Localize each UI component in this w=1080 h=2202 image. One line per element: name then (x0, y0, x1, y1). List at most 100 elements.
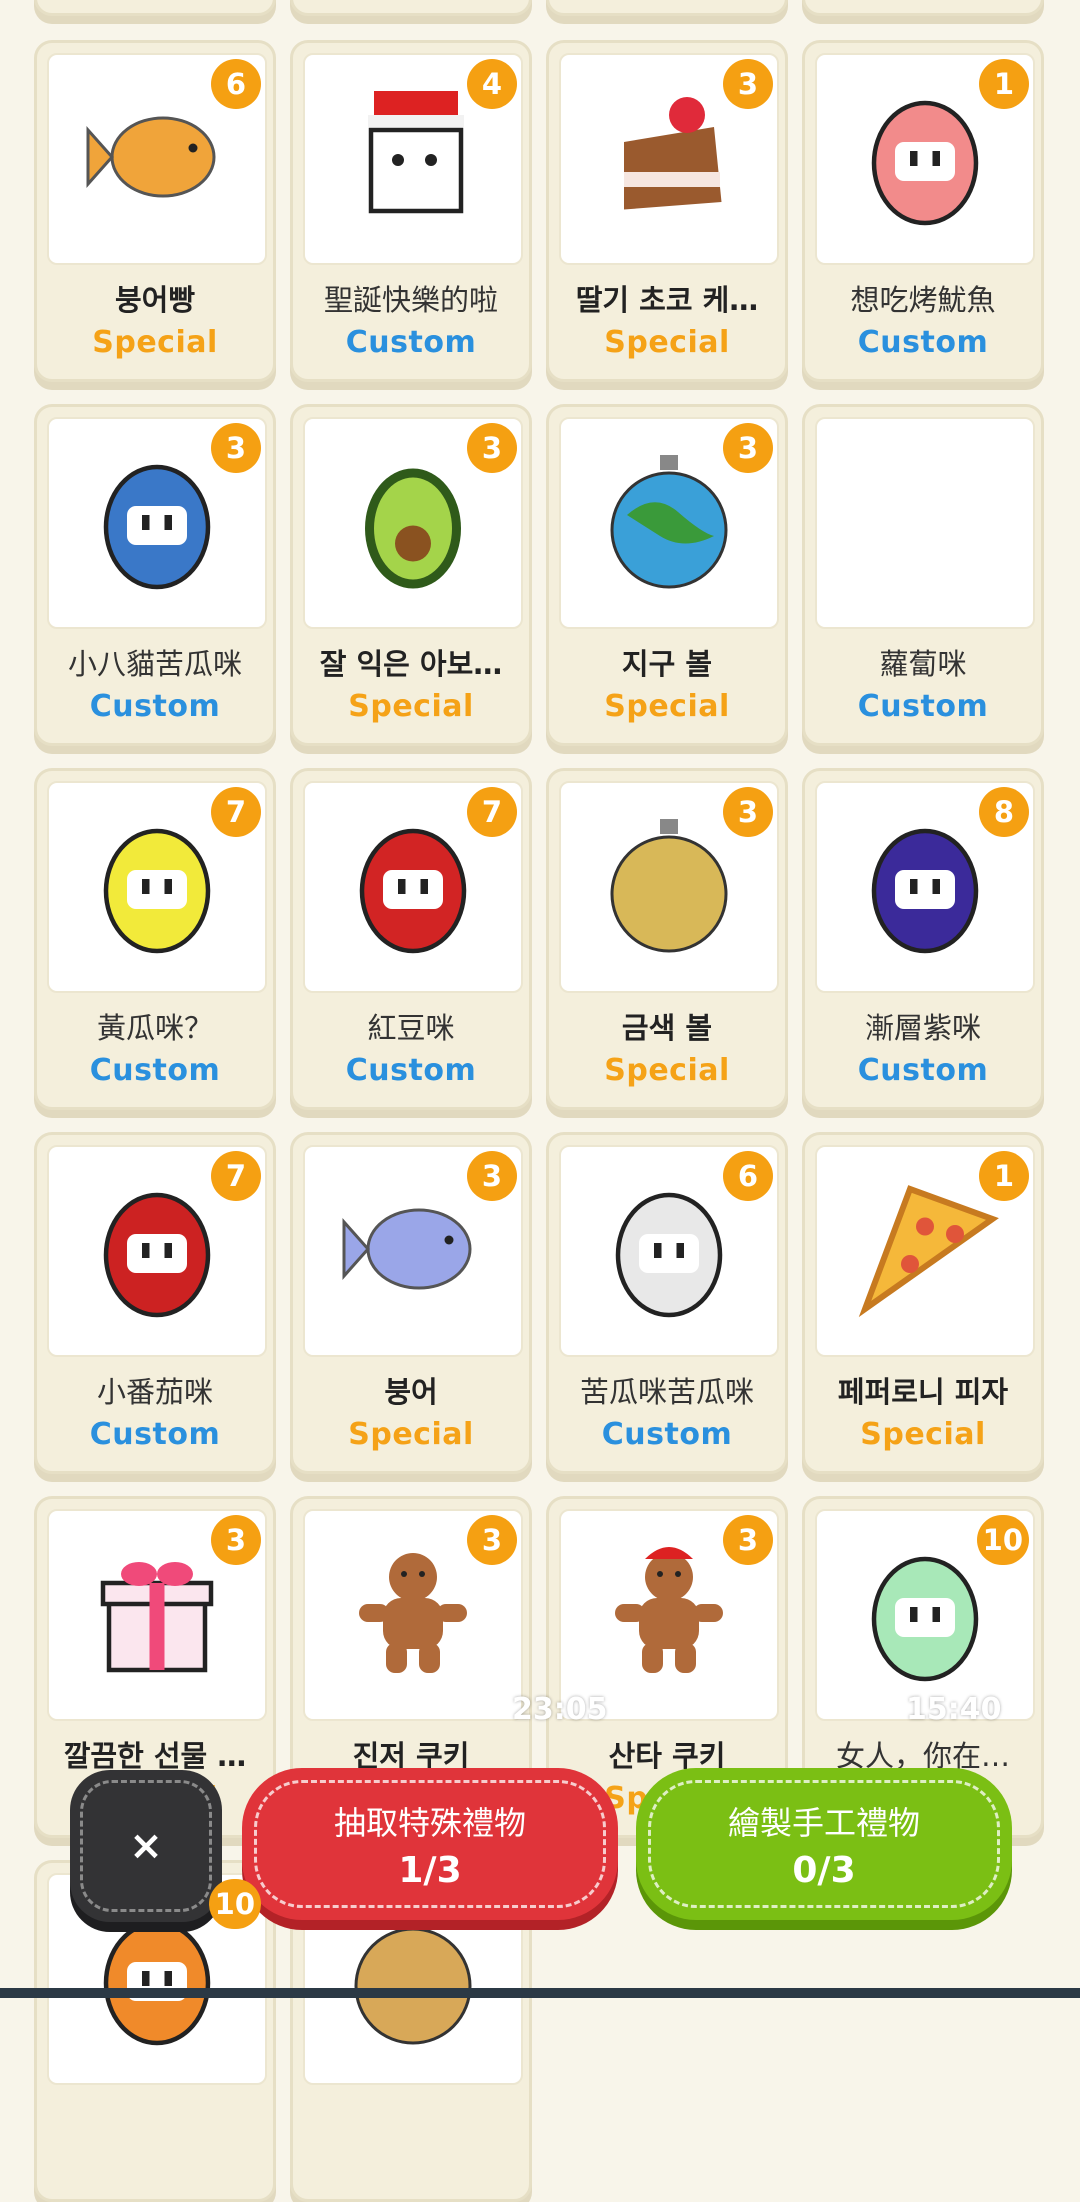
gift-name: 小八貓苦瓜咪 (67, 647, 242, 681)
gift-card-partial[interactable] (802, 0, 1044, 16)
gift-card[interactable]: 7 黃瓜咪？ Custom (34, 768, 276, 1110)
gift-name: 지구 볼 (621, 647, 713, 681)
nav-bar-edge (0, 1988, 1080, 1998)
gift-name: 붕어 (384, 1375, 438, 1409)
gift-card[interactable]: 6 苦瓜咪苦瓜咪 Custom (546, 1132, 788, 1474)
count-badge: 6 (211, 59, 261, 109)
gift-name: 붕어빵 (114, 283, 196, 317)
gift-name: 苦瓜咪苦瓜咪 (579, 1375, 754, 1409)
gift-name: 페퍼로니 피자 (837, 1375, 1009, 1409)
cat-ornament-icon (338, 1902, 488, 2056)
gift-type-label: Special (348, 1417, 474, 1452)
gift-type-label: Custom (601, 1417, 733, 1452)
gift-grid (34, 0, 1046, 16)
gift-thumbnail (815, 417, 1035, 629)
taiyaki-icon (82, 82, 232, 236)
close-icon: × (129, 1823, 163, 1869)
count-badge: 3 (723, 787, 773, 837)
craft-custom-gift-button[interactable]: 繪製手工禮物 0/3 (636, 1768, 1012, 1920)
gift-card[interactable]: 6 붕어빵 Special (34, 40, 276, 382)
gift-name: 딸기 초코 케… (575, 283, 759, 317)
gift-name: 小番茄咪 (96, 1375, 213, 1409)
gift-type-label: Special (604, 325, 730, 360)
gift-card-partial[interactable] (34, 0, 276, 16)
gift-name: 紅豆咪 (367, 1011, 455, 1045)
gift-card[interactable]: 3 금색 볼 Special (546, 768, 788, 1110)
gift-card[interactable]: 4 聖誕快樂的啦 Custom (290, 40, 532, 382)
count-badge: 3 (723, 59, 773, 109)
gift-card-partial[interactable] (546, 0, 788, 16)
strawberry-cake-icon (594, 82, 744, 236)
gift-type-label: Custom (345, 325, 477, 360)
gift-name: 想吃烤魷魚 (850, 283, 996, 317)
craft-custom-count: 0/3 (792, 1849, 856, 1891)
count-badge: 7 (211, 787, 261, 837)
squid-cat-icon (850, 82, 1000, 236)
tomato-cat-icon (82, 1174, 232, 1328)
gift-card[interactable]: 蘿蔔咪 Custom (802, 404, 1044, 746)
count-badge: 1 (979, 1151, 1029, 1201)
hidden-icon (850, 446, 1000, 600)
green-hair-cat-icon (850, 1538, 1000, 1692)
avocado-icon (338, 446, 488, 600)
gift-box-icon (82, 1538, 232, 1692)
purple-egg-cat-icon (850, 810, 1000, 964)
gift-name: 黃瓜咪？ (96, 1011, 213, 1045)
draw-special-label: 抽取特殊禮物 (333, 1803, 526, 1842)
santa-ghost-icon (338, 82, 488, 236)
gift-type-label: Custom (857, 325, 989, 360)
blue-egg-cat-icon (82, 446, 232, 600)
santa-cookie-icon (594, 1538, 744, 1692)
count-badge: 1 (979, 59, 1029, 109)
gift-type-label: Custom (89, 689, 221, 724)
gift-card[interactable]: 3 딸기 초코 케… Special (546, 40, 788, 382)
overlay-time-right: 15:40 (906, 1692, 1002, 1727)
count-badge: 6 (723, 1151, 773, 1201)
count-badge: 4 (467, 59, 517, 109)
gift-type-label: Special (604, 689, 730, 724)
gift-card[interactable]: 7 小番茄咪 Custom (34, 1132, 276, 1474)
gift-type-label: Custom (89, 1417, 221, 1452)
gift-card[interactable]: 3 잘 익은 아보… Special (290, 404, 532, 746)
count-badge: 7 (467, 787, 517, 837)
count-badge: 3 (723, 423, 773, 473)
gift-name: 漸層紫咪 (864, 1011, 981, 1045)
white-cat-icon (594, 1174, 744, 1328)
gift-card[interactable]: 3 붕어 Special (290, 1132, 532, 1474)
count-badge: 3 (467, 1515, 517, 1565)
close-button[interactable]: × (70, 1770, 222, 1922)
yellow-egg-cat-icon (82, 810, 232, 964)
gift-type-label: Special (348, 689, 474, 724)
pizza-icon (850, 1174, 1000, 1328)
count-badge: 3 (211, 1515, 261, 1565)
gift-card[interactable]: 8 漸層紫咪 Custom (802, 768, 1044, 1110)
overlay-time-left: 23:05 (512, 1692, 608, 1727)
count-badge: 3 (723, 1515, 773, 1565)
gift-card[interactable]: 7 紅豆咪 Custom (290, 768, 532, 1110)
gift-type-label: Custom (89, 1053, 221, 1088)
gift-type-label: Special (860, 1417, 986, 1452)
gift-type-label: Custom (857, 1053, 989, 1088)
draw-special-count: 1/3 (398, 1849, 462, 1891)
gift-card[interactable]: 3 小八貓苦瓜咪 Custom (34, 404, 276, 746)
gift-type-label: Custom (857, 689, 989, 724)
earth-ornament-icon (594, 446, 744, 600)
gift-type-label: Custom (345, 1053, 477, 1088)
craft-custom-label: 繪製手工禮物 (727, 1803, 920, 1842)
gift-name: 잘 익은 아보… (319, 647, 503, 681)
gift-type-label: Special (92, 325, 218, 360)
gift-card[interactable]: 3 지구 볼 Special (546, 404, 788, 746)
gift-name: 금색 볼 (621, 1011, 713, 1045)
count-badge: 7 (211, 1151, 261, 1201)
gift-type-label: Special (604, 1053, 730, 1088)
gift-card[interactable]: 1 페퍼로니 피자 Special (802, 1132, 1044, 1474)
gift-card-partial[interactable] (290, 0, 532, 16)
count-badge: 3 (467, 1151, 517, 1201)
orange-cat-icon (82, 1902, 232, 2056)
count-badge: 3 (467, 423, 517, 473)
gift-name: 蘿蔔咪 (879, 647, 967, 681)
gift-card[interactable]: 1 想吃烤魷魚 Custom (802, 40, 1044, 382)
draw-special-gift-button[interactable]: 抽取特殊禮物 1/3 (242, 1768, 618, 1920)
count-badge: 3 (211, 423, 261, 473)
gingerbread-icon (338, 1538, 488, 1692)
